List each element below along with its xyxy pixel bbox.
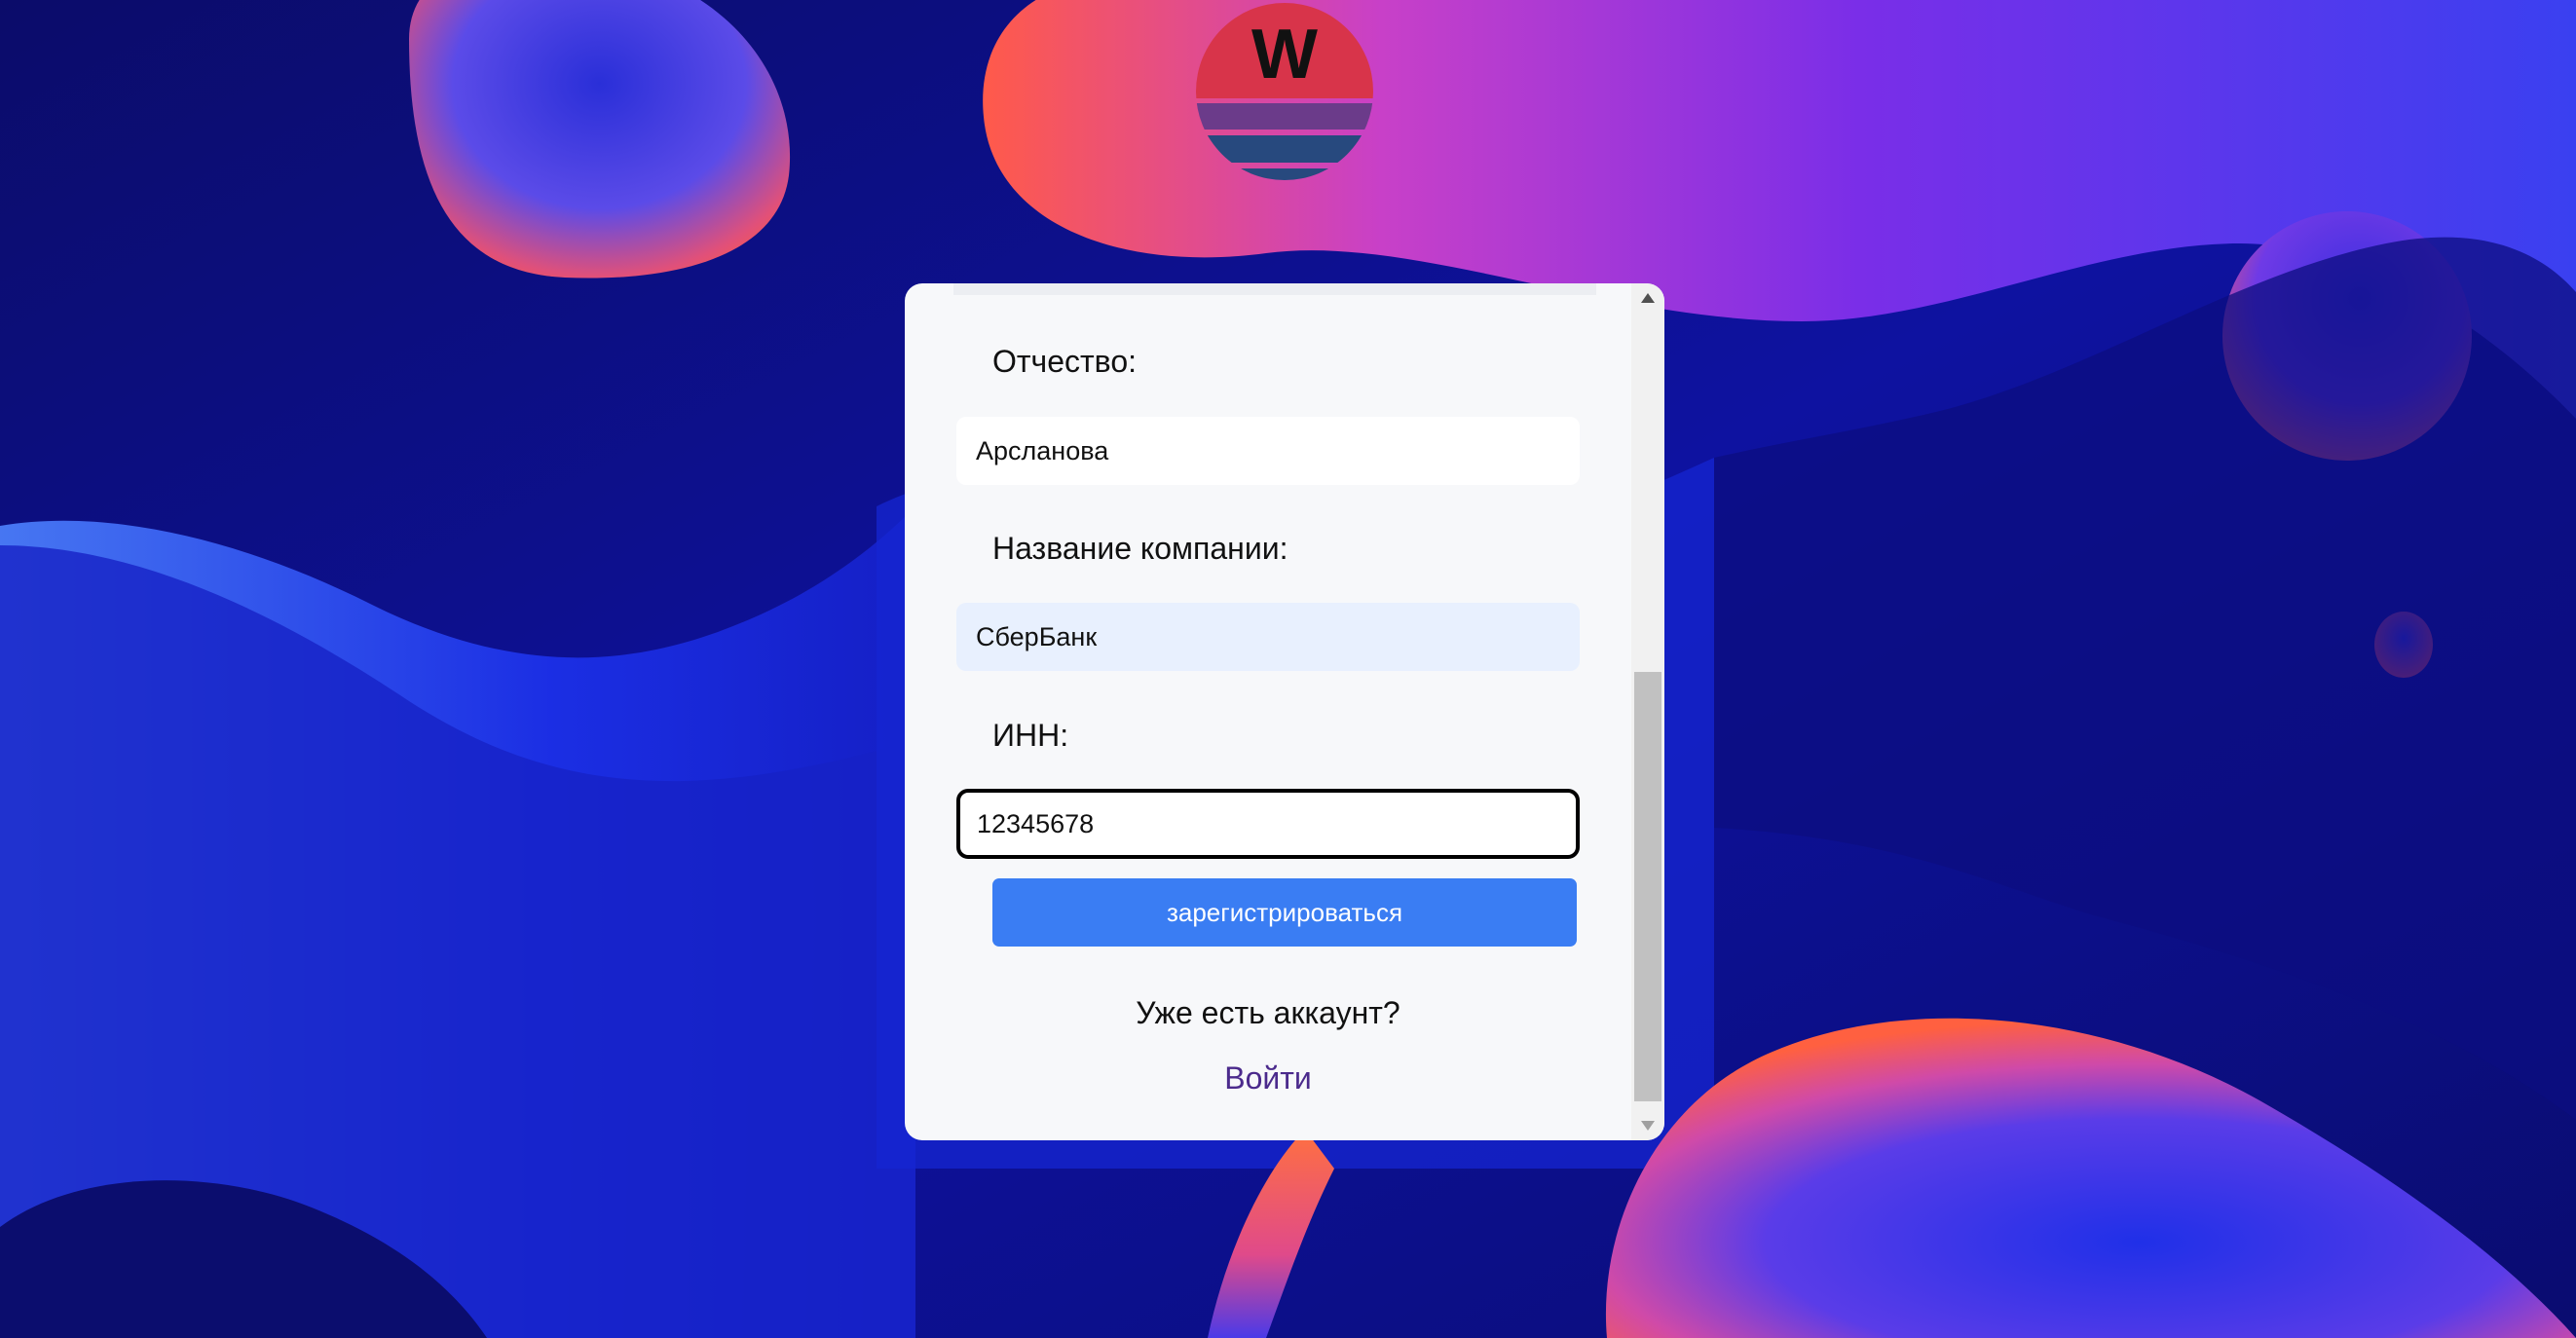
clipped-field-edge	[953, 283, 1596, 295]
inn-field[interactable]: 12345678	[956, 789, 1580, 859]
inn-label: ИНН:	[992, 718, 1069, 753]
patronymic-field[interactable]: Арсланова	[956, 417, 1580, 485]
company-name-field[interactable]: СберБанк	[956, 603, 1580, 671]
registration-card: Отчество: Арсланова Название компании: С…	[905, 283, 1664, 1140]
card-scrollbar[interactable]	[1631, 283, 1664, 1140]
patronymic-label: Отчество:	[992, 344, 1137, 379]
register-button[interactable]: зарегистрироваться	[992, 878, 1577, 947]
company-logo: W	[1196, 3, 1373, 180]
login-link[interactable]: Войти	[905, 1060, 1631, 1096]
company-name-label: Название компании:	[992, 531, 1288, 566]
scroll-down-arrow-icon[interactable]	[1631, 1111, 1664, 1140]
scrollbar-thumb[interactable]	[1634, 672, 1661, 1101]
has-account-text: Уже есть аккаунт?	[1136, 995, 1400, 1030]
logo-letter: W	[1251, 16, 1318, 93]
scroll-up-arrow-icon[interactable]	[1631, 283, 1664, 313]
